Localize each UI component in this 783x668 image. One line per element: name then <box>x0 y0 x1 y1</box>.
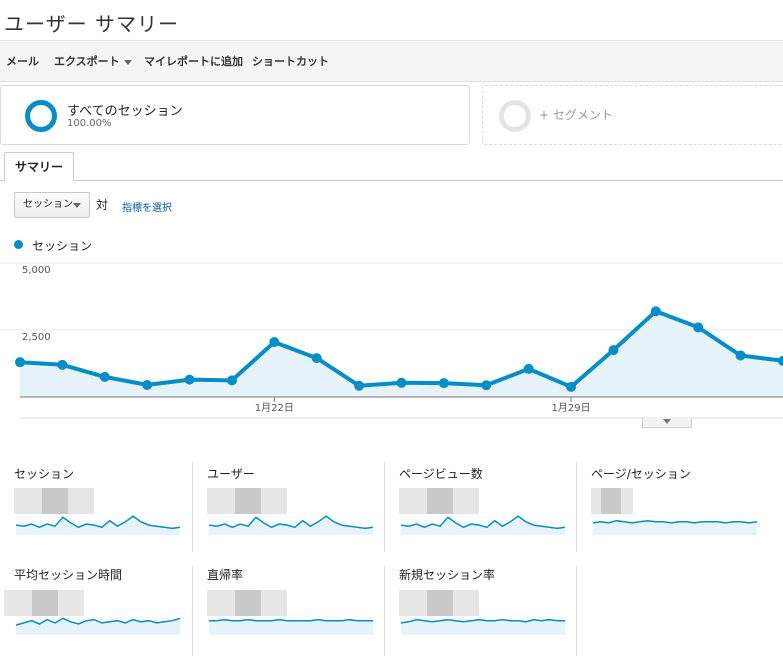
metric-select-value: セッション <box>23 199 73 210</box>
redaction-block <box>14 488 42 514</box>
sparkline-area <box>209 619 373 635</box>
add-segment-button[interactable]: + セグメント <box>482 85 783 145</box>
metric-sparkline <box>15 617 181 635</box>
data-point[interactable] <box>226 375 237 386</box>
email-button[interactable]: メール <box>6 53 39 69</box>
redaction-block <box>261 488 287 514</box>
metric-label: 平均セッション時間 <box>14 568 123 582</box>
metric-card[interactable]: ユーザー <box>192 462 374 552</box>
metric-label: 直帰率 <box>207 568 244 582</box>
redaction-block <box>453 488 479 514</box>
metric-label: 新規セッション率 <box>399 568 496 582</box>
segment-ring-icon <box>25 100 57 132</box>
x-tick-label: 1月22日 <box>255 402 294 414</box>
sparkline-line <box>15 515 181 530</box>
legend-dot-icon <box>14 240 23 249</box>
metric-value-redacted <box>14 488 94 514</box>
data-point[interactable] <box>523 363 534 374</box>
metric-sparkline <box>592 519 758 535</box>
shortcut-button[interactable]: ショートカット <box>252 53 329 69</box>
metric-sparkline <box>400 515 566 535</box>
export-button[interactable]: エクスポート <box>54 53 132 69</box>
metric-value-redacted <box>591 488 633 514</box>
redaction-block <box>591 488 601 514</box>
data-point[interactable] <box>735 350 746 361</box>
sparkline-line <box>208 515 374 530</box>
metric-label: セッション <box>14 467 75 481</box>
metric-sparkline <box>209 618 373 635</box>
data-point[interactable] <box>311 353 322 364</box>
metric-card[interactable]: セッション <box>0 462 181 552</box>
data-point[interactable] <box>608 345 619 356</box>
redaction-block <box>235 488 261 514</box>
data-point[interactable] <box>650 306 661 317</box>
data-point[interactable] <box>269 337 280 348</box>
metric-card[interactable]: 直帰率 <box>192 566 373 656</box>
redaction-block <box>601 488 621 514</box>
metric-sparkline <box>15 515 181 535</box>
redaction-block <box>207 488 235 514</box>
legend-label: セッション <box>32 239 93 253</box>
data-point[interactable] <box>438 378 449 389</box>
data-point[interactable] <box>354 380 365 391</box>
y-tick-label: 5,000 <box>22 265 51 276</box>
redaction-block <box>427 488 453 514</box>
data-point[interactable] <box>481 380 492 391</box>
metric-sparkline <box>400 618 565 635</box>
metric-card[interactable]: 新規セッション率 <box>384 566 565 656</box>
add-segment-label: + セグメント <box>539 108 613 122</box>
metric-sparkline <box>208 515 374 535</box>
metric-value-redacted <box>207 488 287 514</box>
data-point[interactable] <box>142 379 153 390</box>
x-tick-label: 1月29日 <box>552 402 591 414</box>
data-point[interactable] <box>566 381 577 392</box>
empty-segment-ring-icon <box>499 100 531 132</box>
sessions-chart: 5,000 2,500 1月22日 1月29日 <box>0 262 783 419</box>
metric-select[interactable]: セッション <box>14 192 90 218</box>
metric-label: ユーザー <box>207 467 255 481</box>
chart-collapse-toggle[interactable] <box>642 417 692 428</box>
data-point[interactable] <box>57 359 68 370</box>
sparkline-area <box>401 619 565 635</box>
redaction-block <box>621 488 633 514</box>
tab-divider <box>0 180 783 181</box>
tab-summary[interactable]: サマリー <box>4 152 75 182</box>
versus-label: 対 <box>96 198 109 212</box>
chevron-down-icon <box>123 59 132 65</box>
redaction-block <box>399 488 427 514</box>
page-title: ユーザー サマリー <box>4 12 179 36</box>
metric-card[interactable]: 平均セッション時間 <box>0 566 181 656</box>
chevron-down-icon <box>73 203 81 208</box>
segment-percent: 100.00% <box>67 118 112 129</box>
sparkline-line <box>400 515 566 530</box>
data-point[interactable] <box>15 357 25 368</box>
metric-card[interactable]: ページビュー数 <box>384 462 566 552</box>
data-point[interactable] <box>99 371 110 382</box>
export-label: エクスポート <box>54 55 120 68</box>
empty-card <box>576 566 783 656</box>
data-point[interactable] <box>693 322 704 333</box>
metric-card[interactable]: ページ/セッション <box>576 462 758 552</box>
segment-all-sessions[interactable]: すべてのセッション 100.00% <box>0 85 470 145</box>
y-tick-label: 2,500 <box>22 332 51 343</box>
data-point[interactable] <box>184 374 195 385</box>
redaction-block <box>42 488 68 514</box>
report-toolbar: メール エクスポート マイレポートに追加 ショートカット <box>0 40 783 82</box>
redaction-block <box>68 488 94 514</box>
select-metric-link[interactable]: 指標を選択 <box>122 199 172 214</box>
segment-name: すべてのセッション <box>67 104 183 119</box>
data-point[interactable] <box>396 377 407 388</box>
metric-label: ページビュー数 <box>399 467 483 481</box>
add-to-dashboard-button[interactable]: マイレポートに追加 <box>144 53 243 69</box>
metric-value-redacted <box>399 488 479 514</box>
metric-label: ページ/セッション <box>591 467 691 481</box>
chevron-down-icon <box>663 419 671 424</box>
